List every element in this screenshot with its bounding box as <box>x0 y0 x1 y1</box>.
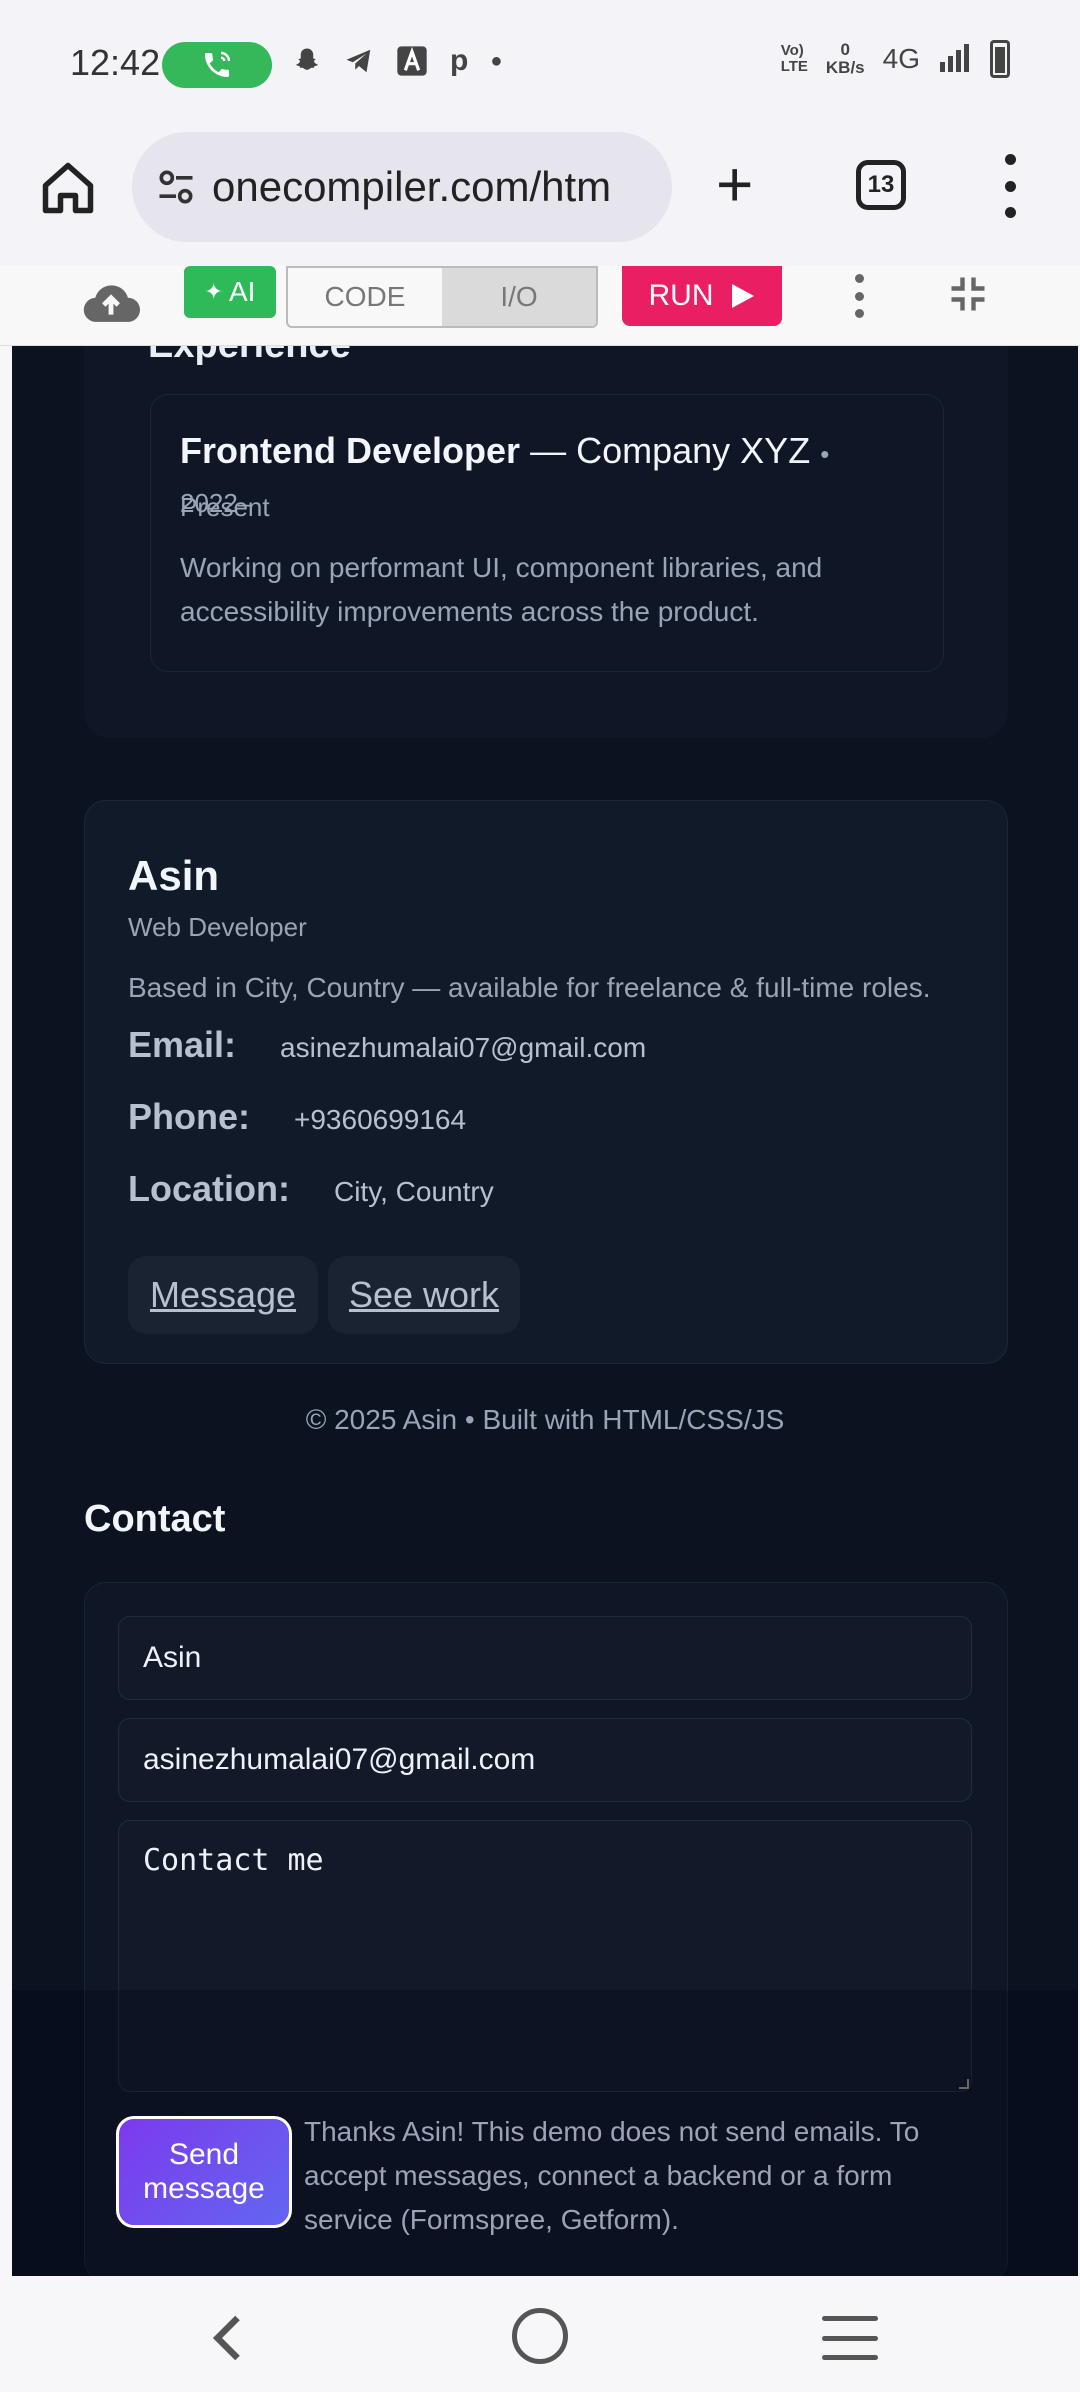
ongoing-call-pill[interactable] <box>162 42 272 88</box>
message-textarea[interactable]: Contact me <box>118 1820 972 2092</box>
net-speed: 0 KB/s <box>825 40 865 77</box>
email-label: Email: <box>128 1024 237 1065</box>
tab-io[interactable]: I/O <box>442 268 596 326</box>
browser-menu-icon[interactable] <box>1000 154 1020 218</box>
volte-indicator: Vo) LTE <box>780 42 808 75</box>
phone-label: Phone: <box>128 1096 250 1137</box>
address-bar[interactable]: onecompiler.com/htm <box>132 132 672 242</box>
phone-value: +9360699164 <box>294 1104 467 1135</box>
notification-icons: p ● <box>292 44 502 78</box>
collapse-icon[interactable] <box>946 272 990 316</box>
system-nav-bar <box>0 2276 1080 2392</box>
status-time: 12:42 <box>70 42 161 83</box>
battery-icon <box>990 40 1010 78</box>
view-toggle: CODE I/O <box>286 266 598 328</box>
network-type: 4G <box>882 43 920 74</box>
new-tab-button[interactable]: + <box>716 152 753 216</box>
profile-role: Web Developer <box>128 912 307 942</box>
job-description: Working on performant UI, component libr… <box>180 552 823 627</box>
run-button[interactable]: RUN <box>622 266 782 326</box>
home-nav-icon[interactable] <box>512 2308 568 2364</box>
status-bar: 12:42 p ● Vo) LTE 0 KB/s 4G <box>0 0 1080 130</box>
profile-bio: Based in City, Country — available for f… <box>128 972 931 1003</box>
email-field[interactable]: asinezhumalai07@gmail.com <box>118 1718 972 1802</box>
location-row: Location: City, Country <box>128 1168 494 1210</box>
email-value: asinezhumalai07@gmail.com <box>280 1032 647 1063</box>
job-title-line: Frontend Developer — Company XYZ • 2022– <box>180 430 830 518</box>
contact-heading: Contact <box>84 1498 226 1540</box>
cloud-upload-icon[interactable] <box>82 276 140 334</box>
phone-row: Phone: +9360699164 <box>128 1096 466 1138</box>
home-icon[interactable] <box>38 158 98 218</box>
phone-call-icon <box>205 51 231 77</box>
recents-icon[interactable] <box>822 2316 878 2360</box>
sparkle-icon: ✦ <box>204 279 223 304</box>
play-icon <box>731 284 754 308</box>
back-icon[interactable] <box>200 2308 260 2368</box>
more-options-icon[interactable] <box>852 274 866 318</box>
profile-name: Asin <box>128 852 220 899</box>
send-message-button[interactable]: Send message <box>116 2116 292 2228</box>
output-preview[interactable]: Experience Frontend Developer — Company … <box>12 346 1078 2276</box>
email-row: Email: asinezhumalai07@gmail.com <box>128 1024 646 1066</box>
telegram-icon <box>346 49 371 73</box>
a-app-icon <box>397 46 427 76</box>
location-label: Location: <box>128 1168 290 1209</box>
snapchat-icon <box>295 48 319 70</box>
page-footer: © 2025 Asin • Built with HTML/CSS/JS <box>305 1404 785 1435</box>
p-app-icon: p <box>450 44 469 77</box>
see-work-button[interactable]: See work <box>328 1256 520 1334</box>
ai-button[interactable]: ✦ AI <box>184 266 276 318</box>
experience-heading: Experience <box>148 346 351 367</box>
signal-icon <box>940 44 969 72</box>
tab-switcher-button[interactable]: 13 <box>856 160 906 210</box>
send-note: Thanks Asin! This demo does not send ema… <box>304 2116 920 2235</box>
resize-handle[interactable] <box>959 2079 969 2089</box>
location-value: City, Country <box>333 1176 494 1207</box>
url-text: onecompiler.com/htm <box>212 163 612 210</box>
dot-icon: ● <box>490 49 503 72</box>
job-date-end: Present <box>180 492 270 522</box>
browser-toolbar: onecompiler.com/htm + 13 <box>0 130 1080 266</box>
site-settings-icon[interactable] <box>154 165 198 209</box>
compiler-toolbar: ✦ AI CODE I/O RUN <box>0 266 1080 346</box>
tab-code[interactable]: CODE <box>288 268 442 326</box>
status-right: Vo) LTE 0 KB/s 4G <box>781 40 1010 78</box>
message-button[interactable]: Message <box>128 1256 318 1334</box>
name-field[interactable]: Asin <box>118 1616 972 1700</box>
